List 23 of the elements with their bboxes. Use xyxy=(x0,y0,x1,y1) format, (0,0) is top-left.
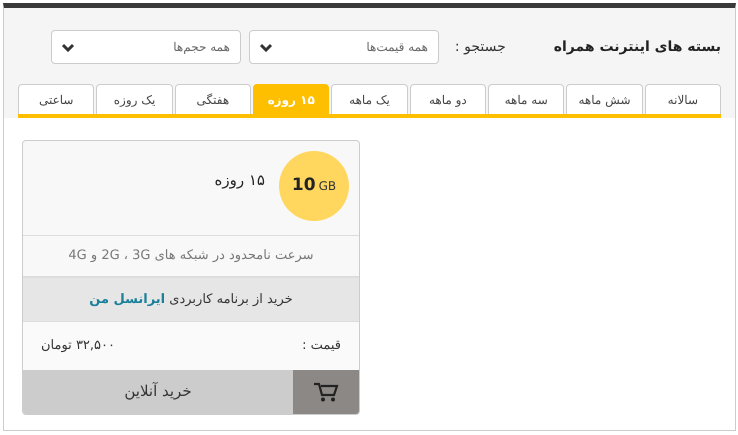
chevron-down-icon xyxy=(260,42,272,52)
filter-dropdown[interactable]: همه حجم‌ها xyxy=(50,30,241,64)
page-title: بسته های اینترنت همراه xyxy=(554,38,721,56)
price-label: قیمت : xyxy=(302,337,341,355)
cart-icon xyxy=(313,380,339,402)
period-tab[interactable]: سالانه xyxy=(644,84,721,114)
search-label: جستجو : xyxy=(454,38,506,56)
period-tab[interactable]: شش ماهه xyxy=(566,84,643,114)
filter-dropdown[interactable]: همه قیمت‌ها xyxy=(248,30,439,64)
period-tab[interactable]: دو ماهه xyxy=(410,84,486,114)
app-purchase-text: خرید از برنامه کاربردی xyxy=(169,292,293,306)
period-tab[interactable]: سه ماهه xyxy=(488,84,564,114)
buy-online-button[interactable]: خرید آنلاین xyxy=(23,370,293,414)
volume-badge: 10 GB xyxy=(279,151,349,221)
app-link[interactable]: ایرانسل من xyxy=(89,292,166,306)
package-title: ۱۵ روزه xyxy=(214,170,265,191)
cart-button[interactable] xyxy=(293,370,359,414)
period-tab[interactable]: یک ماهه xyxy=(331,84,408,114)
price-value: ۳۲,۵۰۰ تومان xyxy=(41,337,115,355)
chevron-down-icon xyxy=(62,42,74,52)
period-tab[interactable]: ساعتی xyxy=(18,84,94,114)
period-tab[interactable]: یک روزه xyxy=(96,84,173,114)
period-tab[interactable]: هفتگی xyxy=(174,84,252,114)
